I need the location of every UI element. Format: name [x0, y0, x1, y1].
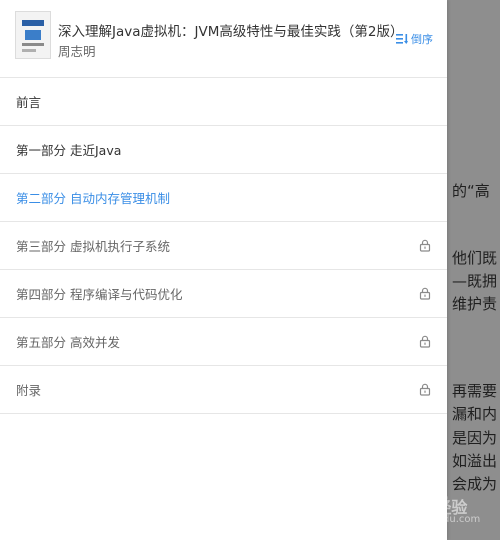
- book-title: 深入理解Java虚拟机：JVM高级特性与最佳实践（第2版）: [58, 24, 404, 40]
- background-text-line: 他们既: [452, 249, 498, 267]
- toc-drawer: 深入理解Java虚拟机：JVM高级特性与最佳实践（第2版） 周志明 倒序 前言 …: [0, 0, 447, 540]
- cover-graphic: [22, 43, 44, 46]
- book-header: 深入理解Java虚拟机：JVM高级特性与最佳实践（第2版） 周志明 倒序: [0, 0, 447, 78]
- background-text-line: 如溢出: [452, 452, 498, 470]
- toc-list: 前言 第一部分 走近Java 第二部分 自动内存管理机制 第三部分 虚拟机执行子…: [0, 78, 447, 414]
- toc-item-label: 第四部分 程序编译与代码优化: [16, 287, 183, 302]
- toc-item-part-2[interactable]: 第二部分 自动内存管理机制: [0, 174, 447, 222]
- book-cover-thumbnail[interactable]: [15, 11, 51, 59]
- toc-item-label: 前言: [16, 95, 42, 110]
- background-text-line: 会成为: [452, 475, 498, 493]
- reverse-order-button[interactable]: 倒序: [396, 31, 433, 47]
- background-text-line: 的“高: [452, 182, 490, 200]
- sort-label: 倒序: [411, 33, 433, 46]
- background-text-line: 漏和内: [452, 405, 498, 423]
- toc-item-label: 第二部分 自动内存管理机制: [16, 191, 170, 206]
- toc-item-part-3[interactable]: 第三部分 虚拟机执行子系统: [0, 222, 447, 270]
- background-text-line: 再需要: [452, 382, 498, 400]
- cover-graphic: [25, 30, 41, 40]
- background-text-line: 是因为: [452, 429, 498, 447]
- toc-item-appendix[interactable]: 附录: [0, 366, 447, 414]
- lock-icon: [419, 335, 431, 348]
- toc-item-part-5[interactable]: 第五部分 高效并发: [0, 318, 447, 366]
- toc-item-part-4[interactable]: 第四部分 程序编译与代码优化: [0, 270, 447, 318]
- lock-icon: [419, 383, 431, 396]
- background-text-line: 维护责: [452, 295, 498, 313]
- background-text-line: —既拥: [452, 272, 498, 290]
- toc-item-preface[interactable]: 前言: [0, 78, 447, 126]
- toc-item-label: 第五部分 高效并发: [16, 335, 120, 350]
- toc-item-label: 第一部分 走近Java: [16, 143, 122, 158]
- sort-icon: [396, 34, 408, 44]
- cover-graphic: [22, 49, 36, 52]
- cover-graphic: [22, 20, 44, 26]
- lock-icon: [419, 287, 431, 300]
- toc-item-label: 第三部分 虚拟机执行子系统: [16, 239, 170, 254]
- toc-item-label: 附录: [16, 383, 42, 398]
- lock-icon: [419, 239, 431, 252]
- toc-item-part-1[interactable]: 第一部分 走近Java: [0, 126, 447, 174]
- book-author: 周志明: [58, 44, 96, 59]
